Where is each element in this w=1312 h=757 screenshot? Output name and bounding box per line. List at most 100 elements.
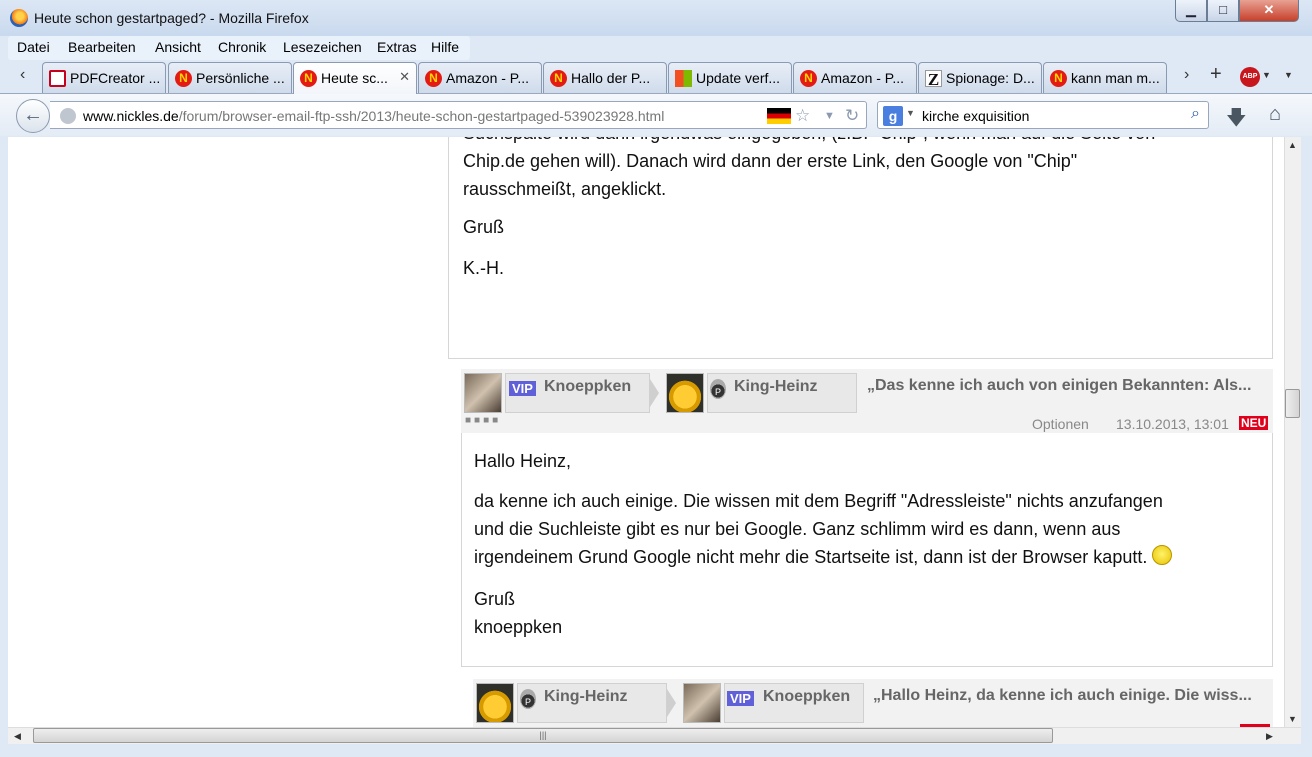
menu-lesezeichen[interactable]: Lesezeichen <box>283 39 362 55</box>
scroll-down-icon[interactable]: ▼ <box>1288 714 1297 724</box>
author-box[interactable]: P King-Heinz <box>517 683 667 723</box>
adblock-dropdown-icon[interactable]: ▼ <box>1262 70 1271 80</box>
tab-persoenliche[interactable]: N Persönliche ... <box>168 62 292 93</box>
nickles-icon: N <box>800 70 817 87</box>
author-box[interactable]: VIP Knoeppken <box>505 373 650 413</box>
reply-arrow-icon <box>650 379 659 407</box>
title-bar: Heute schon gestartpaged? - Mozilla Fire… <box>0 0 1312 36</box>
menu-hilfe[interactable]: Hilfe <box>431 39 459 55</box>
horizontal-scroll-thumb[interactable]: ||| <box>33 728 1053 743</box>
post-signature: K.-H. <box>463 258 505 278</box>
menu-bearbeiten[interactable]: Bearbeiten <box>68 39 136 55</box>
post-line: rausschmeißt, angeklickt. <box>463 179 667 199</box>
tab-amazon-2[interactable]: N Amazon - P... <box>793 62 917 93</box>
menu-ansicht[interactable]: Ansicht <box>155 39 201 55</box>
window-frame-right <box>1301 137 1312 757</box>
minimize-button[interactable]: ▁ <box>1175 0 1207 22</box>
post-body: da kenne ich auch einige. Die wissen mit… <box>474 487 1173 571</box>
tab-close-icon[interactable]: ✕ <box>399 69 410 85</box>
post-subject[interactable]: „Hallo Heinz, da kenne ich auch einige. … <box>873 687 1252 705</box>
post-line: Chip.de gehen will). Danach wird dann de… <box>463 151 1078 171</box>
search-input[interactable]: kirche exquisition <box>922 108 1029 124</box>
post-subject[interactable]: „Das kenne ich auch von einigen Bekannte… <box>867 377 1251 395</box>
page-content: Suchspalte wird dann irgendwas eingegebe… <box>8 137 1284 727</box>
tab-kann-man[interactable]: N kann man m... <box>1043 62 1167 93</box>
tab-pdfcreator[interactable]: PDFCreator ... <box>42 62 166 93</box>
author-name[interactable]: Knoeppken <box>544 378 631 396</box>
recipient-box[interactable]: VIP Knoeppken <box>724 683 864 723</box>
history-dropdown-icon[interactable]: ▼ <box>824 110 835 122</box>
scroll-up-icon[interactable]: ▲ <box>1288 140 1297 150</box>
tab-hallo-der-p[interactable]: N Hallo der P... <box>543 62 667 93</box>
post-line: Suchspalte wird dann irgendwas eingegebe… <box>463 137 1155 147</box>
menu-datei[interactable]: Datei <box>17 39 50 55</box>
recipient-box[interactable]: P King-Heinz <box>707 373 857 413</box>
search-bar[interactable]: g ▼ kirche exquisition ⌕ <box>877 101 1209 129</box>
post-signature: knoeppken <box>474 617 563 637</box>
home-icon[interactable]: ⌂ <box>1269 103 1281 126</box>
search-icon[interactable]: ⌕ <box>1191 105 1200 123</box>
url-text[interactable]: www.nickles.de/forum/browser-email-ftp-s… <box>83 108 664 124</box>
recipient-name[interactable]: King-Heinz <box>734 378 818 396</box>
adblock-icon[interactable]: ABP <box>1240 67 1260 87</box>
post-line: irgendeinem Grund Google nicht mehr die … <box>474 547 1148 567</box>
tab-amazon-1[interactable]: N Amazon - P... <box>418 62 542 93</box>
tab-update[interactable]: Update verf... <box>668 62 792 93</box>
window-frame-bottom <box>0 744 1312 757</box>
google-icon[interactable]: g <box>883 106 903 126</box>
new-tab-icon[interactable]: + <box>1210 63 1222 86</box>
new-badge: NEU <box>1239 416 1269 430</box>
scroll-right-icon[interactable]: ▶ <box>1266 731 1273 742</box>
nickles-icon: N <box>425 70 442 87</box>
nickles-icon: N <box>550 70 567 87</box>
post-greeting: Gruß <box>463 217 505 237</box>
post-line: da kenne ich auch einige. Die wissen mit… <box>474 491 1163 511</box>
post-header: P King-Heinz VIP Knoeppken „Hallo Heinz,… <box>473 679 1273 727</box>
reload-icon[interactable]: ↻ <box>845 106 859 126</box>
pdfcreator-icon <box>49 70 66 87</box>
menu-extras[interactable]: Extras <box>377 39 417 55</box>
post-header: VIP Knoeppken P King-Heinz „Das kenne ic… <box>461 369 1273 433</box>
avatar[interactable] <box>666 373 704 413</box>
avatar[interactable] <box>464 373 502 413</box>
options-link[interactable]: Optionen <box>1032 416 1089 432</box>
author-name[interactable]: King-Heinz <box>544 688 628 706</box>
back-button[interactable]: ← <box>16 99 50 133</box>
window-frame-left <box>0 137 8 757</box>
vip-badge: VIP <box>727 691 754 706</box>
window-title: Heute schon gestartpaged? - Mozilla Fire… <box>34 10 309 26</box>
tab-label: PDFCreator ... <box>70 70 161 86</box>
avatar[interactable] <box>683 683 721 723</box>
tab-scroll-right-icon[interactable]: › <box>1184 66 1189 84</box>
close-button[interactable]: ✕ <box>1239 0 1299 22</box>
tab-label: Update verf... <box>696 70 781 86</box>
maximize-button[interactable]: □ <box>1207 0 1239 22</box>
microsoft-icon <box>675 70 692 87</box>
back-arrow-icon: ← <box>23 104 43 126</box>
recipient-name[interactable]: Knoeppken <box>763 688 850 706</box>
search-engine-dropdown-icon[interactable]: ▼ <box>906 108 915 118</box>
bookmark-star-icon[interactable]: ☆ <box>795 106 810 126</box>
vertical-scrollbar[interactable] <box>1284 137 1301 727</box>
post-date: 13.10.2013, 13:01 <box>1116 416 1229 432</box>
tab-scroll-left-icon[interactable]: ‹ <box>20 66 25 84</box>
rank-dots: ■■■■ <box>465 415 502 426</box>
tab-heute-schon[interactable]: N Heute sc... ✕ <box>293 62 417 94</box>
download-icon[interactable]: 🡇 <box>1226 103 1247 137</box>
tab-label: Hallo der P... <box>571 70 651 86</box>
menu-chronik[interactable]: Chronik <box>218 39 266 55</box>
reply-arrow-icon <box>667 689 676 717</box>
scroll-left-icon[interactable]: ◀ <box>14 731 21 742</box>
post-line: und die Suchleiste gibt es nur bei Googl… <box>474 519 1121 539</box>
post-body: Suchspalte wird dann irgendwas eingegebe… <box>463 137 1155 203</box>
vertical-scroll-thumb[interactable] <box>1285 389 1300 418</box>
tab-list-icon[interactable]: ▼ <box>1284 70 1293 80</box>
premium-badge-icon: P <box>710 379 726 399</box>
url-bar[interactable]: www.nickles.de/forum/browser-email-ftp-s… <box>50 101 867 129</box>
forum-post: Suchspalte wird dann irgendwas eingegebe… <box>448 137 1273 359</box>
tab-label: Persönliche ... <box>196 70 285 86</box>
tab-label: Heute sc... <box>321 70 388 86</box>
tab-spionage[interactable]: Z Spionage: D... <box>918 62 1042 93</box>
german-flag-icon[interactable] <box>767 108 791 124</box>
avatar[interactable] <box>476 683 514 723</box>
